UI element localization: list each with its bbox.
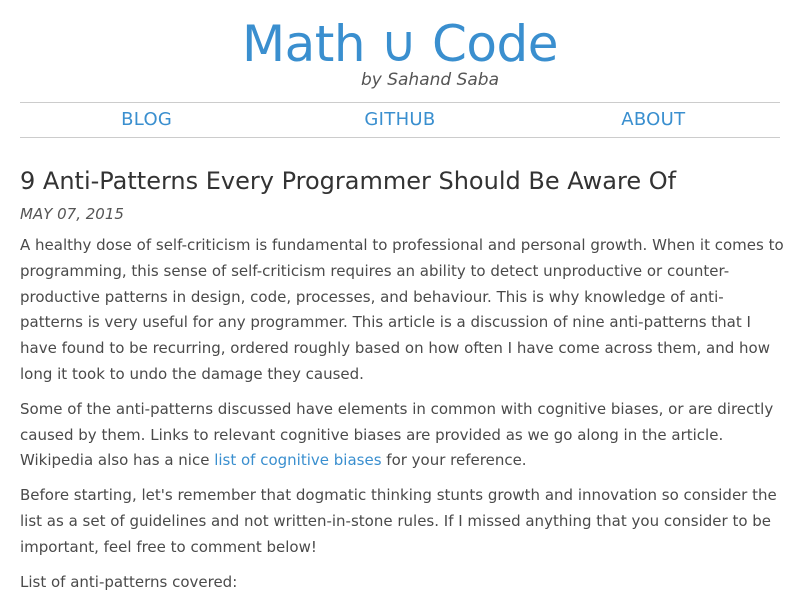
- post-date: MAY 07, 2015: [20, 205, 124, 223]
- site-header: Math ∪ Code by Sahand Saba: [0, 0, 800, 90]
- paragraph-biases: Some of the anti-patterns discussed have…: [20, 397, 785, 474]
- paragraph-intro: A healthy dose of self-criticism is fund…: [20, 236, 784, 383]
- nav-item-about[interactable]: ABOUT: [527, 103, 780, 137]
- nav-item-github[interactable]: GITHUB: [273, 103, 526, 137]
- article: 9 Anti-Patterns Every Programmer Should …: [20, 164, 785, 595]
- post-body: A healthy dose of self-criticism is fund…: [20, 233, 785, 595]
- cognitive-biases-link[interactable]: list of cognitive biases: [214, 451, 381, 469]
- main-nav: BLOG GITHUB ABOUT: [20, 102, 780, 138]
- paragraph-biases-text-after: for your reference.: [381, 451, 527, 470]
- paragraph-guidelines: Before starting, let's remember that dog…: [20, 486, 777, 556]
- post-title: 9 Anti-Patterns Every Programmer Should …: [20, 167, 677, 195]
- site-byline: by Sahand Saba: [360, 70, 500, 90]
- paragraph-list-intro: List of anti-patterns covered:: [20, 572, 238, 591]
- site-title-link[interactable]: Math ∪ Code: [242, 14, 558, 74]
- nav-item-blog[interactable]: BLOG: [20, 103, 273, 137]
